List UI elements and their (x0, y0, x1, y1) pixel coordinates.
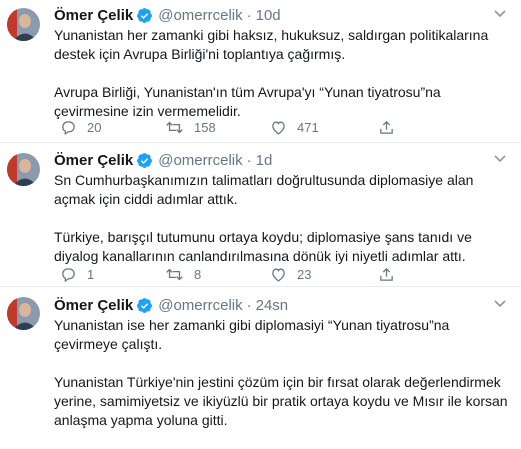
like-icon (272, 121, 285, 135)
like-button[interactable]: 471 (270, 119, 319, 136)
share-button[interactable] (378, 266, 405, 283)
author-handle[interactable]: @omerrcelik (158, 297, 242, 314)
retweet-icon (166, 268, 183, 280)
avatar[interactable] (7, 153, 40, 186)
tweet-paragraph: Yunanistan her zamanki gibi haksız, huku… (54, 27, 489, 62)
tweet[interactable]: Ömer Çelik @omerrcelik · 24sn Yunanistan… (0, 287, 521, 428)
retweet-button[interactable]: 158 (165, 119, 216, 136)
like-button[interactable]: 23 (270, 266, 311, 283)
verified-badge-icon (136, 7, 153, 24)
avatar[interactable] (7, 8, 40, 41)
share-button[interactable] (378, 119, 405, 136)
tweet-header: Ömer Çelik @omerrcelik · 10d (54, 6, 281, 24)
caret-down-icon[interactable] (493, 8, 507, 18)
tweet-paragraph: Türkiye, barışçıl tutumunu ortaya koydu;… (54, 229, 472, 264)
avatar[interactable] (7, 297, 40, 330)
reply-button[interactable]: 20 (60, 119, 101, 136)
share-icon (380, 267, 393, 281)
author-name[interactable]: Ömer Çelik (54, 152, 133, 169)
timestamp[interactable]: 10d (256, 7, 281, 24)
tweet-paragraph: Yunanistan Türkiye'nin jestini çözüm içi… (54, 374, 508, 428)
reply-icon (62, 267, 75, 282)
share-icon (380, 120, 393, 134)
tweet[interactable]: Ömer Çelik @omerrcelik · 10d Yunanistan … (0, 0, 521, 142)
tweet-paragraph: Yunanistan ise her zamanki gibi diplomas… (54, 317, 450, 352)
author-handle[interactable]: @omerrcelik (158, 7, 242, 24)
retweet-count: 158 (194, 119, 216, 135)
retweet-count: 8 (194, 266, 202, 282)
tweet-paragraph: Sn Cumhurbaşkanımızın talimatları doğrul… (54, 172, 474, 207)
verified-badge-icon (136, 297, 153, 314)
caret-down-icon[interactable] (493, 298, 507, 308)
tweet-actions: 20 158 471 (60, 118, 480, 136)
author-handle[interactable]: @omerrcelik (158, 152, 242, 169)
reply-button[interactable]: 1 (60, 266, 94, 283)
tweet-actions: 1 8 23 (60, 265, 480, 283)
timestamp[interactable]: 1d (256, 152, 273, 169)
author-name[interactable]: Ömer Çelik (54, 7, 133, 24)
author-name[interactable]: Ömer Çelik (54, 297, 133, 314)
reply-count: 20 (87, 119, 102, 135)
retweet-icon (166, 121, 183, 133)
tweet[interactable]: Ömer Çelik @omerrcelik · 1d Sn Cumhurbaş… (0, 143, 521, 286)
retweet-button[interactable]: 8 (165, 266, 201, 283)
tweet-paragraph: Avrupa Birliği, Yunanistan'ın tüm Avrupa… (54, 84, 441, 119)
reply-icon (62, 120, 75, 135)
like-count: 23 (297, 266, 312, 282)
tweet-header: Ömer Çelik @omerrcelik · 1d (54, 151, 272, 169)
separator-dot: · (246, 151, 252, 169)
timestamp[interactable]: 24sn (256, 297, 289, 314)
like-count: 471 (297, 119, 319, 135)
verified-badge-icon (136, 152, 153, 169)
caret-down-icon[interactable] (493, 153, 507, 163)
separator-dot: · (246, 6, 252, 24)
separator-dot: · (246, 296, 252, 314)
tweet-text: Yunanistan ise her zamanki gibi diplomas… (54, 316, 516, 449)
like-icon (272, 268, 285, 282)
tweet-header: Ömer Çelik @omerrcelik · 24sn (54, 296, 288, 314)
reply-count: 1 (87, 266, 95, 282)
